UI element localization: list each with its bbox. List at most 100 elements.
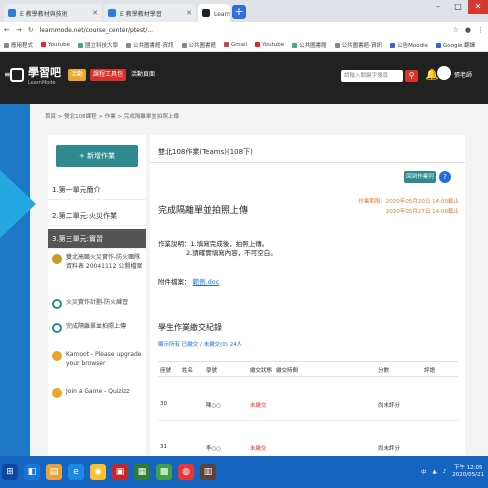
record-title: 學生作業繳交紀錄 <box>158 323 222 332</box>
profile-icon[interactable]: ● <box>465 26 471 34</box>
document-icon <box>52 254 62 264</box>
bookmark-item[interactable]: Youtube <box>41 41 70 48</box>
back-icon[interactable]: ← <box>4 26 10 34</box>
app-icon[interactable]: ▦ <box>134 464 150 480</box>
app-icon[interactable]: ▩ <box>156 464 172 480</box>
window-controls: – □ ✕ <box>428 0 488 14</box>
description-line: 2.請確實填寫內容，不可空白。 <box>186 249 277 257</box>
homework-title: 完成隔離單並拍照上傳 <box>158 206 249 216</box>
record-filter-link[interactable]: 顯示所有 已繳交 / 未繳交(0) 24人 <box>158 340 242 348</box>
sidebar-item[interactable]: 1.第一單元簡介 <box>48 180 146 200</box>
clock-time: 下午 12:05 <box>453 465 483 471</box>
close-tab-icon[interactable]: ✕ <box>92 9 98 17</box>
bookmarks-bar: 應用程式 Youtube 國立科技大學 公共圖書館-資訊 公共圖書館 Gmail… <box>0 38 488 52</box>
sidebar-subitem[interactable]: 完成隔離單並拍照上傳 <box>52 322 144 333</box>
browser-tab-active[interactable]: LearnMode學習吧 <box>198 4 230 22</box>
description-label: 作業說明： <box>158 240 191 248</box>
clock[interactable]: 下午 12:05 2020/05/21 <box>452 465 484 479</box>
bookmark-item[interactable]: 公共圖書館 <box>292 41 327 49</box>
breadcrumb[interactable]: 首頁 > 雙北108課程 > 作業 > 完成隔離單並拍照上傳 <box>45 112 179 120</box>
clock-date: 2020/05/21 <box>452 472 484 478</box>
logo-mark-icon <box>10 68 24 82</box>
attachment-link[interactable]: 範例.doc <box>193 278 220 286</box>
ie-icon[interactable]: e <box>68 464 84 480</box>
arrow-pointer-icon <box>0 170 36 238</box>
bookmark-item[interactable]: 國立科技大學 <box>78 41 118 49</box>
add-homework-button[interactable]: + 新增作業 <box>56 145 138 167</box>
menu-icon[interactable]: ⋮ <box>477 26 484 34</box>
sidebar-item-selected[interactable]: 3.第三單元:實習 <box>48 229 146 249</box>
explorer-icon[interactable]: ◧ <box>24 464 40 480</box>
browser-tab[interactable]: E 教學教材與技術 ✕ <box>4 4 102 22</box>
close-window-icon[interactable]: ✕ <box>468 0 488 14</box>
description-line: 1.填寫完成後，拍照上傳。 <box>190 240 269 248</box>
brand-name: 學習吧 <box>28 66 61 79</box>
favicon-icon <box>202 9 210 17</box>
bookmark-item[interactable]: 公告Moodle <box>390 41 428 49</box>
column-header[interactable]: 繳交時間 <box>276 366 298 374</box>
close-tab-icon[interactable]: ✕ <box>186 9 192 17</box>
name-cell: 陳○○ <box>206 403 222 409</box>
user-name[interactable]: 張老師 <box>454 70 472 79</box>
due-date-text: 作業期限：2020年05月20日 14:00截止 <box>358 199 459 205</box>
favicon-icon <box>8 9 16 17</box>
bookmark-item[interactable]: 公共圖書館-資訊 <box>334 41 382 49</box>
network-icon[interactable]: ▲ <box>433 469 437 475</box>
bookmark-item[interactable]: Gmail <box>224 41 247 48</box>
app-icon[interactable]: ◍ <box>178 464 194 480</box>
star-icon[interactable]: ☆ <box>453 26 459 34</box>
bookmark-item[interactable]: 公共圖書館 <box>181 41 216 49</box>
assignment-icon <box>52 323 62 333</box>
app-icon[interactable]: ▥ <box>200 464 216 480</box>
column-header[interactable]: 繳交狀態 <box>250 366 272 374</box>
description: 作業說明：1.填寫完成後，拍照上傳。 2.請確實填寫內容，不可空白。 <box>158 240 277 258</box>
header-badge[interactable]: 活動 <box>68 69 87 81</box>
sidebar-subitem[interactable]: 火災實作計劃-防火練習 <box>52 298 144 309</box>
status-cell: 未繳交 <box>250 403 267 409</box>
assignment-icon <box>52 299 62 309</box>
favicon-icon <box>108 9 116 17</box>
table-row[interactable]: 31 李○○ 未繳交 尚未評分 <box>158 440 458 454</box>
column-header[interactable]: 姓名 <box>182 366 193 374</box>
sidebar-subitem[interactable]: Kamoot - Please upgrade your browser <box>52 350 144 368</box>
language-indicator[interactable]: 中 <box>421 468 427 476</box>
column-header[interactable]: 評語 <box>424 366 435 374</box>
system-tray: 中 ▲ ♪ 下午 12:05 2020/05/21 <box>421 465 488 479</box>
column-header[interactable]: 學號 <box>206 366 217 374</box>
help-icon[interactable]: ? <box>439 171 451 183</box>
volume-icon[interactable]: ♪ <box>443 469 447 475</box>
sidebar-item[interactable]: 2.第二單元:火災作業 <box>48 206 146 226</box>
minimize-icon[interactable]: – <box>428 0 448 14</box>
url-field[interactable]: learnmode.net/course_center/ptest/... <box>40 27 153 34</box>
bookmark-item[interactable]: Google 翻譯 <box>436 41 475 49</box>
table-row[interactable]: 30 陳○○ 未繳交 尚未評分 <box>158 395 458 415</box>
divider <box>158 420 458 421</box>
bookmark-item[interactable]: Youtube <box>255 41 284 48</box>
forward-icon[interactable]: → <box>16 26 22 34</box>
column-header[interactable]: 分數 <box>378 366 389 374</box>
new-tab-button[interactable]: + <box>232 5 246 19</box>
chrome-icon[interactable]: ◉ <box>90 464 106 480</box>
sidebar-subitem[interactable]: 雙北高職火災實作-防火團隊資料表 20041112 公開檔案 <box>52 253 144 271</box>
app-icon[interactable]: ▣ <box>112 464 128 480</box>
link-icon <box>52 388 62 398</box>
folder-icon[interactable]: ▤ <box>46 464 62 480</box>
reload-icon[interactable]: ↻ <box>28 26 34 34</box>
start-icon[interactable]: ⊞ <box>2 464 18 480</box>
score-cell: 尚未評分 <box>378 403 401 409</box>
table-header: 座號 姓名 學號 繳交狀態 繳交時間 分數 評語 <box>158 361 458 377</box>
name-cell: 李○○ <box>206 446 222 452</box>
link-icon <box>52 351 62 361</box>
header-badge[interactable]: 課程工具包 <box>90 69 127 81</box>
maximize-icon[interactable]: □ <box>448 0 468 14</box>
avatar[interactable] <box>437 66 451 80</box>
search-icon[interactable]: ⚲ <box>405 70 418 82</box>
browser-tab[interactable]: E 教學教材學習 ✕ <box>104 4 196 22</box>
column-header[interactable]: 座號 <box>160 366 171 374</box>
sidebar-subitem[interactable]: Join a Game - Quizizz <box>52 387 144 398</box>
search-input[interactable]: 請輸入關鍵字搜尋 <box>341 70 403 82</box>
bookmark-item[interactable]: 公共圖書館-資訊 <box>126 41 174 49</box>
homework-list-button[interactable]: 回到作業列表 <box>404 171 436 192</box>
header-link[interactable]: 活動頁面 <box>128 69 158 81</box>
bookmark-item[interactable]: 應用程式 <box>4 41 33 49</box>
